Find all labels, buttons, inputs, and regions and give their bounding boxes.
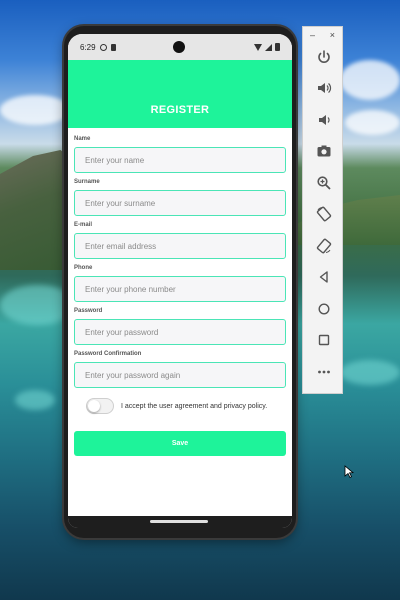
signal-icon xyxy=(265,43,272,51)
cloud xyxy=(345,110,400,135)
rotate-right-icon xyxy=(316,238,331,254)
emulator-toolbar: – × xyxy=(302,26,343,394)
status-bar: 6:29 xyxy=(68,34,292,60)
app-header: REGISTER xyxy=(68,60,292,128)
cloud xyxy=(340,60,400,100)
register-form: Name Surname E-mail Phone Password Passw… xyxy=(68,128,292,456)
volume-up-button[interactable] xyxy=(303,73,344,105)
camera-icon xyxy=(317,145,330,157)
screenshot-button[interactable] xyxy=(303,136,344,168)
close-button[interactable]: × xyxy=(330,30,335,41)
toggle-knob xyxy=(88,400,100,412)
phone-input[interactable] xyxy=(74,276,286,302)
agreement-row: I accept the user agreement and privacy … xyxy=(74,397,286,415)
surname-input[interactable] xyxy=(74,190,286,216)
sim-card-icon xyxy=(110,43,116,51)
overview-icon xyxy=(318,335,329,346)
name-label: Name xyxy=(74,136,91,142)
name-input[interactable] xyxy=(74,147,286,173)
reef xyxy=(15,390,55,410)
more-icon xyxy=(317,370,330,374)
rotate-left-button[interactable] xyxy=(303,199,344,231)
volume-down-button[interactable] xyxy=(303,104,344,136)
page-title: REGISTER xyxy=(150,104,210,116)
battery-icon xyxy=(275,43,280,51)
mouse-cursor-icon xyxy=(344,465,354,479)
zoom-button[interactable] xyxy=(303,167,344,199)
toolbar-window-controls: – × xyxy=(303,27,342,41)
volume-down-icon xyxy=(318,114,330,125)
volume-up-icon xyxy=(317,83,331,94)
phone-frame: 6:29 REGISTER Name Surname E-mail Phone xyxy=(64,26,296,538)
password-input[interactable] xyxy=(74,319,286,345)
email-input[interactable] xyxy=(74,233,286,259)
power-icon xyxy=(317,49,330,63)
agreement-toggle[interactable] xyxy=(86,398,114,414)
reef xyxy=(340,360,400,385)
status-time: 6:29 xyxy=(80,42,96,52)
back-icon xyxy=(319,271,328,283)
power-button[interactable] xyxy=(303,41,344,73)
password-label: Password xyxy=(74,308,103,314)
rotate-left-icon xyxy=(316,206,331,222)
surname-label: Surname xyxy=(74,179,100,185)
cloud xyxy=(0,95,70,125)
rotate-right-button[interactable] xyxy=(303,230,344,262)
save-button[interactable]: Save xyxy=(74,431,286,456)
zoom-icon xyxy=(316,176,331,190)
back-button[interactable] xyxy=(303,262,344,294)
camera-notch-icon xyxy=(173,41,185,53)
home-gesture-bar[interactable] xyxy=(150,520,208,523)
nav-bar xyxy=(68,516,292,528)
phone-label: Phone xyxy=(74,265,93,271)
email-label: E-mail xyxy=(74,222,93,228)
password-confirmation-input[interactable] xyxy=(74,362,286,388)
sync-icon xyxy=(99,43,107,51)
app-screen: 6:29 REGISTER Name Surname E-mail Phone xyxy=(68,34,292,528)
overview-button[interactable] xyxy=(303,325,344,357)
home-button[interactable] xyxy=(303,293,344,325)
password-confirmation-label: Password Confirmation xyxy=(74,351,142,357)
more-button[interactable] xyxy=(303,356,344,388)
agreement-text: I accept the user agreement and privacy … xyxy=(121,402,268,410)
wifi-icon xyxy=(254,43,262,51)
home-icon xyxy=(317,303,330,315)
minimize-button[interactable]: – xyxy=(310,30,315,41)
